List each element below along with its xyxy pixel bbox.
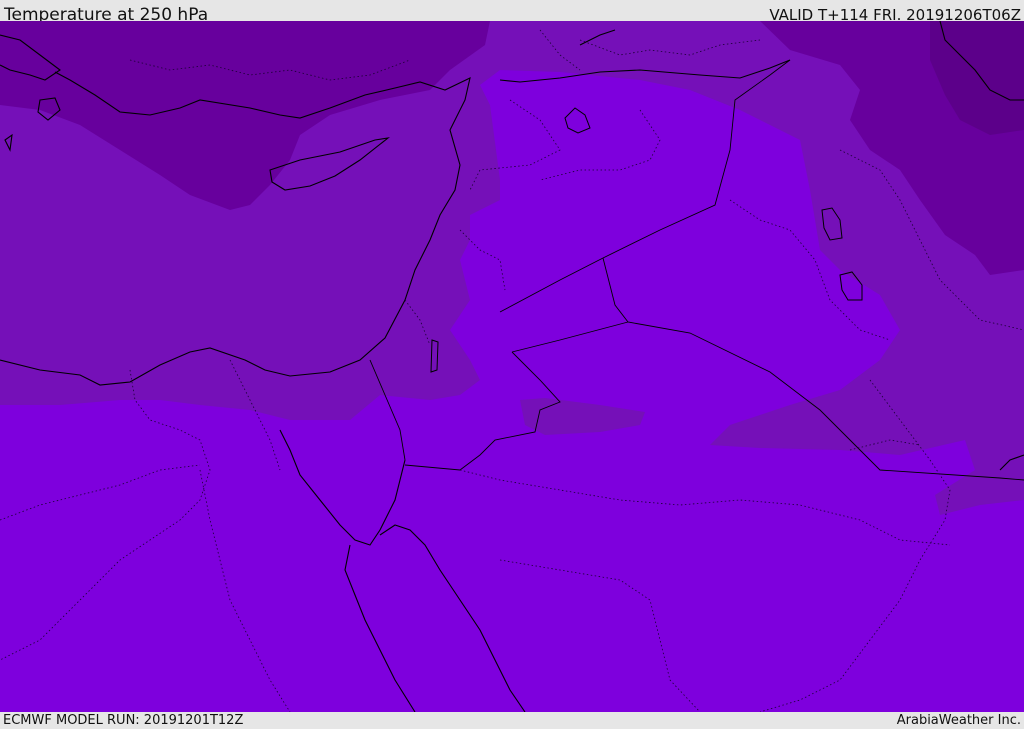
model-run-label: ECMWF MODEL RUN: 20191201T12Z [3, 713, 244, 728]
header-bar: Temperature at 250 hPa VALID T+114 FRI. … [0, 0, 1024, 25]
map-canvas [0, 21, 1024, 712]
map-page: Temperature at 250 hPa VALID T+114 FRI. … [0, 0, 1024, 729]
credit-label: ArabiaWeather Inc. [896, 713, 1021, 728]
footer-bar: ECMWF MODEL RUN: 20191201T12Z ArabiaWeat… [0, 712, 1024, 729]
temperature-map [0, 21, 1024, 712]
